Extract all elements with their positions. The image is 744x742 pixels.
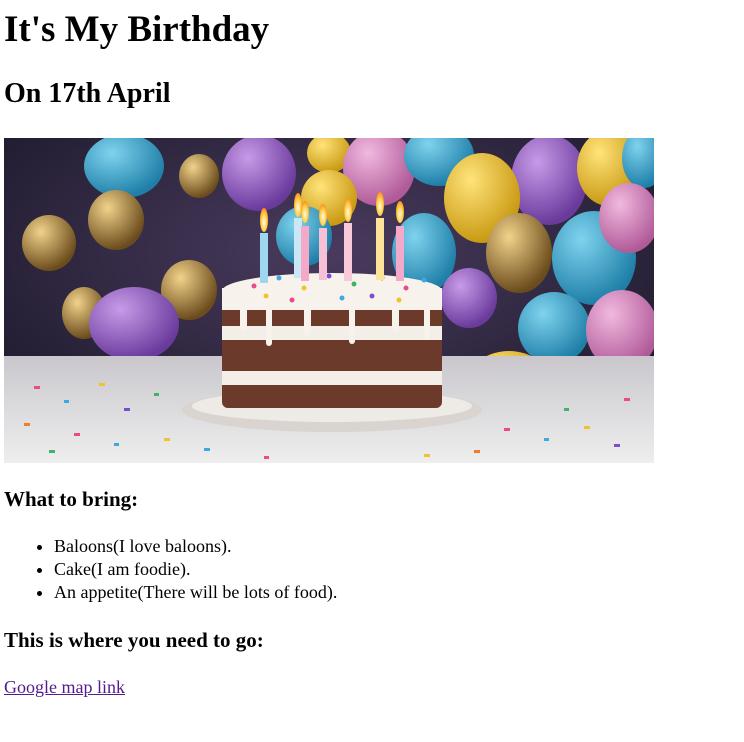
page-title: It's My Birthday <box>4 9 270 50</box>
date-heading: On 17th April <box>4 78 171 109</box>
what-to-bring-heading: What to bring: <box>4 487 139 511</box>
page-container: It's My Birthday On 17th April What to b… <box>0 0 744 698</box>
bring-list: Baloons(I love baloons). Cake(I am foodi… <box>4 535 740 604</box>
where-to-go-heading: This is where you need to go: <box>4 628 264 652</box>
list-item: Cake(I am foodie). <box>54 558 740 581</box>
list-item: An appetite(There will be lots of food). <box>54 581 740 604</box>
birthday-cake-image <box>4 138 654 463</box>
list-item: Baloons(I love baloons). <box>54 535 740 558</box>
google-map-link[interactable]: Google map link <box>4 676 125 698</box>
